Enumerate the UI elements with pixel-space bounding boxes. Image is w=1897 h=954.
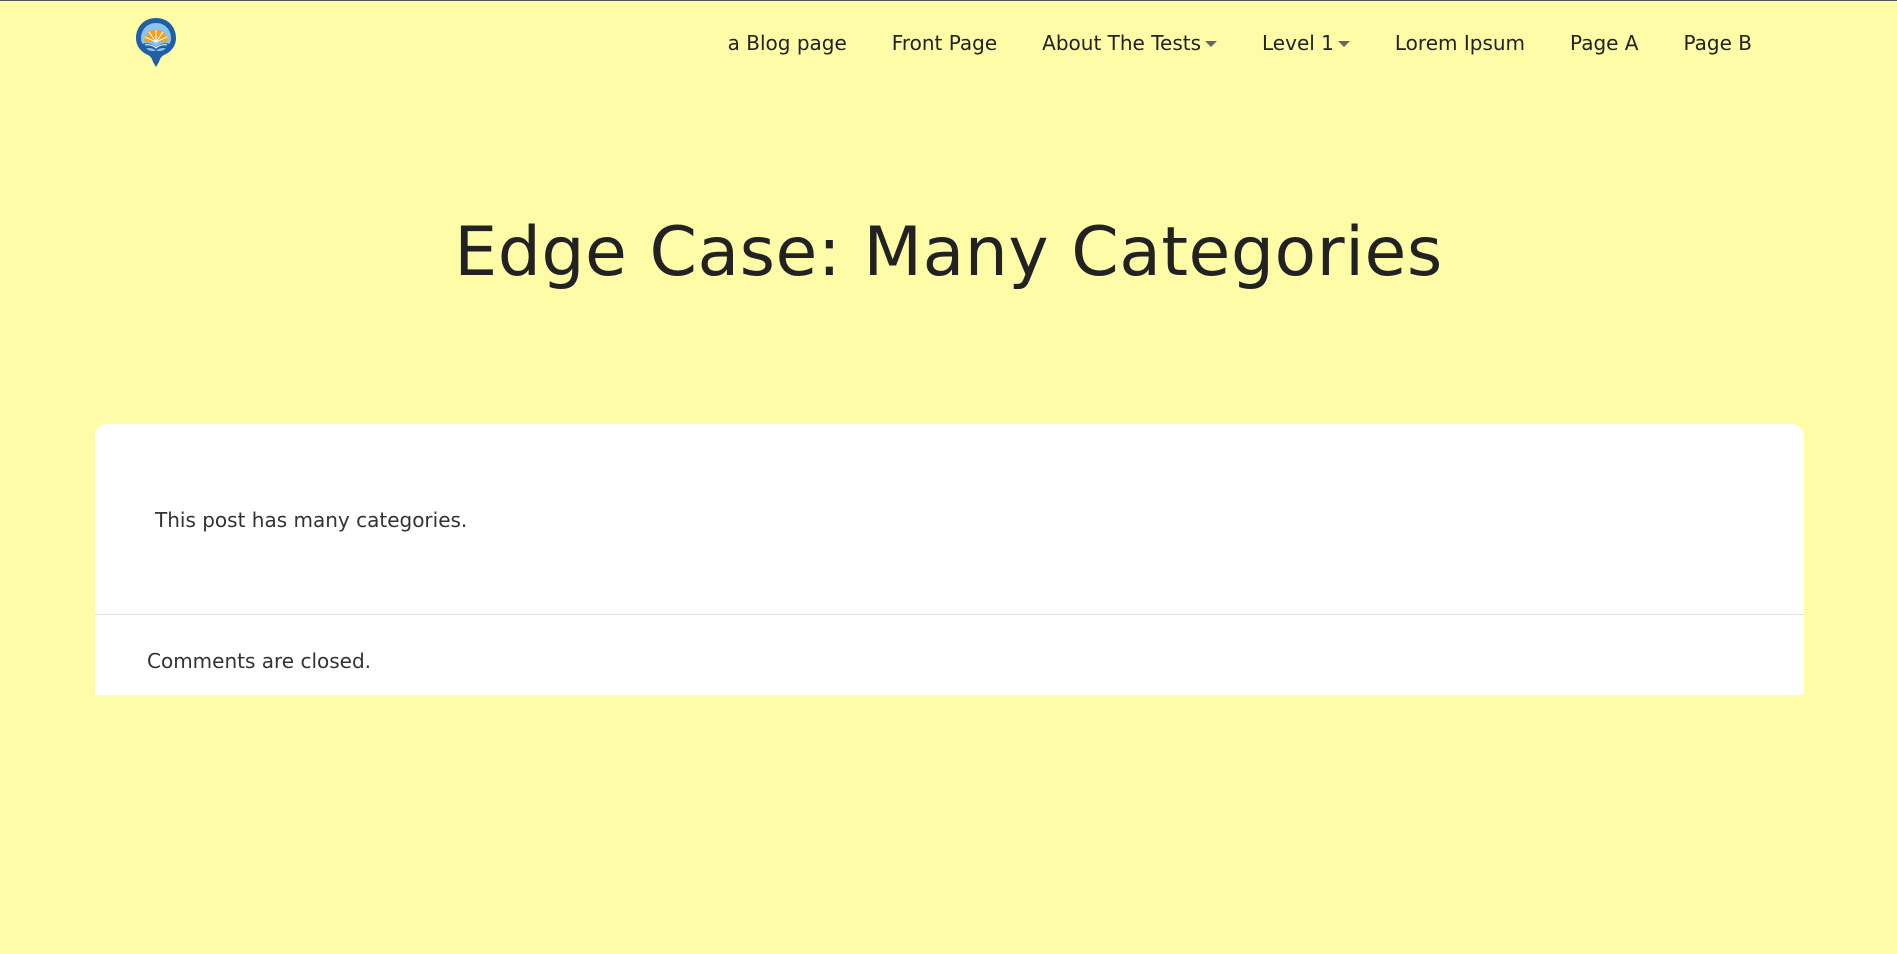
nav-item-blog-page[interactable]: a Blog page — [728, 28, 847, 58]
chevron-down-icon — [1337, 41, 1350, 47]
nav-item-label: Level 1 — [1262, 31, 1334, 55]
site-header: a Blog page Front Page About The Tests L… — [0, 1, 1897, 85]
comments-status: Comments are closed. — [147, 649, 372, 673]
nav-item-page-b[interactable]: Page B — [1684, 28, 1753, 58]
main-navigation: a Blog page Front Page About The Tests L… — [728, 28, 1752, 58]
post-content: This post has many categories. — [95, 424, 1804, 615]
nav-item-label: Lorem Ipsum — [1394, 31, 1526, 55]
nav-item-front-page[interactable]: Front Page — [892, 28, 997, 58]
nav-item-page-a[interactable]: Page A — [1570, 28, 1638, 58]
nav-item-level-1[interactable]: Level 1 — [1262, 28, 1350, 58]
post-card: This post has many categories. Comments … — [95, 424, 1804, 695]
nav-item-lorem-ipsum[interactable]: Lorem Ipsum — [1395, 28, 1525, 58]
chevron-down-icon — [1205, 41, 1218, 47]
nav-item-label: Page A — [1570, 31, 1639, 55]
post-body-text: This post has many categories. — [155, 508, 468, 532]
page-title: Edge Case: Many Categories — [454, 213, 1443, 292]
nav-item-label: Page B — [1683, 31, 1753, 55]
nav-item-label: Front Page — [891, 31, 998, 55]
nav-item-label: a Blog page — [727, 31, 847, 55]
nav-item-label: About The Tests — [1042, 31, 1202, 55]
nav-item-about-the-tests[interactable]: About The Tests — [1042, 28, 1218, 58]
site-logo-icon[interactable] — [133, 16, 179, 68]
